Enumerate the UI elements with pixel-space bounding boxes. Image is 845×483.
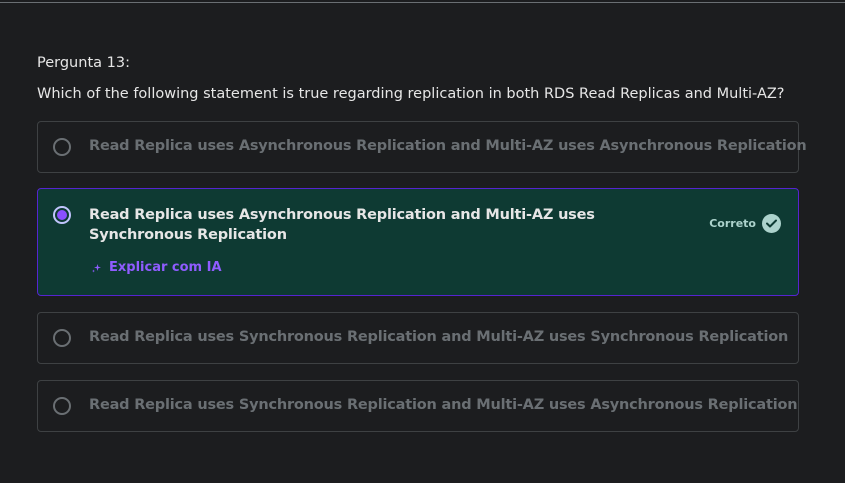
answer-option-3[interactable]: Read Replica uses Synchronous Replicatio…	[37, 312, 799, 364]
correct-label: Correto	[709, 217, 756, 230]
top-divider	[0, 2, 845, 3]
sparkle-icon	[91, 262, 103, 274]
answer-option-1[interactable]: Read Replica uses Asynchronous Replicati…	[37, 121, 807, 173]
radio-empty-icon[interactable]	[53, 138, 71, 156]
radio-empty-icon[interactable]	[53, 397, 71, 415]
answer-option-text: Read Replica uses Asynchronous Replicati…	[89, 138, 807, 154]
correct-badge: Correto	[709, 214, 781, 233]
explain-with-ai-button[interactable]: Explicar com IA	[91, 260, 222, 275]
question-number: Pergunta 13:	[37, 55, 130, 71]
answer-option-4[interactable]: Read Replica uses Synchronous Replicatio…	[37, 380, 799, 432]
answer-option-text: Read Replica uses Synchronous Replicatio…	[89, 397, 798, 413]
radio-empty-icon[interactable]	[53, 329, 71, 347]
question-text: Which of the following statement is true…	[37, 86, 785, 102]
answer-option-2[interactable]: Read Replica uses Asynchronous Replicati…	[37, 188, 799, 296]
check-circle-icon	[762, 214, 781, 233]
answer-option-text: Read Replica uses Asynchronous Replicati…	[89, 207, 595, 243]
answer-option-text: Read Replica uses Synchronous Replicatio…	[89, 329, 789, 345]
radio-selected-dot	[57, 210, 67, 220]
explain-with-ai-label: Explicar com IA	[109, 260, 222, 275]
radio-selected-icon[interactable]	[53, 206, 71, 224]
